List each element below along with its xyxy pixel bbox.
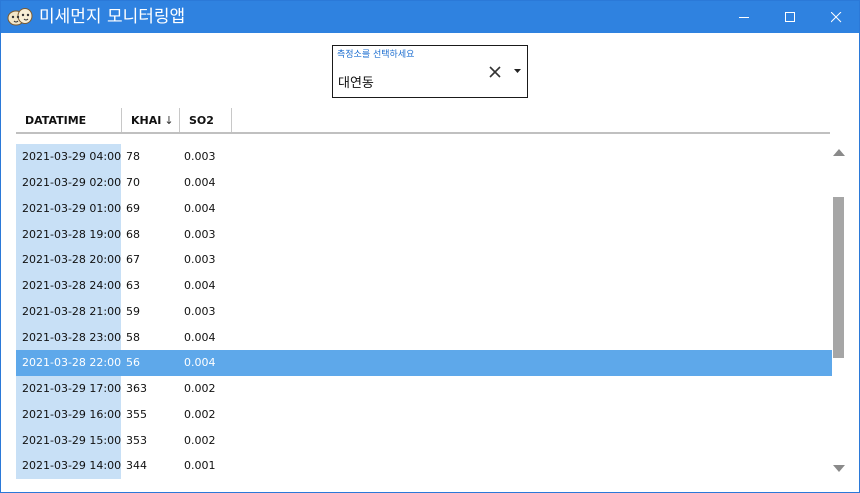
cell-khai: 58 (126, 330, 140, 344)
cell-khai: 69 (126, 201, 140, 215)
column-header-label: KHAI (131, 114, 162, 127)
cell-khai: 78 (126, 150, 140, 164)
cell-datatime: 2021-03-28 21:00 (16, 298, 121, 325)
cell-datatime: 2021-03-28 24:00 (16, 272, 121, 299)
dropdown-arrow-icon[interactable] (513, 67, 522, 75)
cell-datatime: 2021-03-28 23:00 (16, 324, 121, 350)
table-row[interactable]: 2021-03-29 02:00 70 0.004 (16, 169, 832, 196)
cell-datatime: 2021-03-29 02:00 (16, 169, 121, 196)
cell-so2: 0.003 (184, 227, 216, 241)
cell-datatime: 2021-03-29 14:00 (16, 453, 121, 479)
cell-datatime: 2021-03-29 16:00 (16, 401, 121, 428)
table-row[interactable]: 2021-03-28 24:00 63 0.004 (16, 272, 832, 299)
cell-khai: 355 (126, 407, 147, 421)
cell-so2: 0.001 (184, 459, 216, 473)
cell-khai: 59 (126, 304, 140, 318)
table-body: 2021-03-29 04:00 78 0.003 2021-03-29 02:00 7… (16, 144, 832, 479)
app-window: 미세먼지 모니터링앱 측정소를 선택하세요 대연동 DATATIME KHAI ↓… (0, 0, 860, 493)
column-header-khai[interactable]: KHAI ↓ (122, 108, 180, 132)
cell-so2: 0.003 (184, 304, 216, 318)
scrollbar-thumb[interactable] (833, 197, 844, 358)
station-combo-label: 측정소를 선택하세요 (337, 50, 415, 60)
minimize-icon (738, 16, 749, 18)
table-header: DATATIME KHAI ↓ SO2 (16, 108, 830, 134)
table-row[interactable]: 2021-03-28 20:00 67 0.003 (16, 247, 832, 273)
close-button[interactable] (813, 1, 859, 33)
cell-so2: 0.003 (184, 253, 216, 267)
sort-descending-icon: ↓ (164, 114, 174, 127)
table-row[interactable]: 2021-03-29 17:00 363 0.002 (16, 375, 832, 402)
column-header-datatime[interactable]: DATATIME (16, 108, 122, 132)
cell-so2: 0.004 (184, 176, 216, 190)
cell-khai: 56 (126, 356, 140, 370)
cell-khai: 67 (126, 253, 140, 267)
column-header-label: DATATIME (25, 114, 87, 127)
cell-khai: 363 (126, 382, 147, 396)
title-bar[interactable]: 미세먼지 모니터링앱 (1, 1, 859, 33)
maximize-icon (784, 11, 795, 22)
table-row[interactable]: 2021-03-29 14:00 344 0.001 (16, 453, 832, 479)
cell-so2: 0.002 (184, 407, 216, 421)
cell-so2: 0.003 (184, 150, 216, 164)
dust-mascot-icon (6, 5, 34, 29)
table-row[interactable]: 2021-03-29 04:00 78 0.003 (16, 144, 832, 170)
cell-khai: 353 (126, 433, 147, 447)
station-combobox[interactable]: 측정소를 선택하세요 대연동 (332, 45, 528, 98)
cell-so2: 0.004 (184, 279, 216, 293)
cell-datatime: 2021-03-29 17:00 (16, 375, 121, 402)
column-header-so2[interactable]: SO2 (180, 108, 232, 132)
cell-so2: 0.004 (184, 356, 216, 370)
table-row[interactable]: 2021-03-29 16:00 355 0.002 (16, 401, 832, 428)
cell-datatime: 2021-03-29 15:00 (16, 427, 121, 453)
cell-khai: 68 (126, 227, 140, 241)
window-title: 미세먼지 모니터링앱 (39, 7, 186, 27)
cell-datatime: 2021-03-28 22:00 (16, 350, 121, 376)
cell-datatime: 2021-03-28 20:00 (16, 247, 121, 273)
table-row[interactable]: 2021-03-28 21:00 59 0.003 (16, 298, 832, 325)
clear-icon[interactable] (487, 64, 503, 80)
close-icon (830, 11, 841, 22)
cell-khai: 63 (126, 279, 140, 293)
scroll-down-icon[interactable] (832, 463, 846, 475)
maximize-button[interactable] (767, 1, 813, 33)
cell-so2: 0.004 (184, 330, 216, 344)
column-header-label: SO2 (189, 114, 214, 127)
station-combo-value[interactable]: 대연동 (338, 72, 374, 91)
cell-so2: 0.002 (184, 382, 216, 396)
table-row[interactable]: 2021-03-29 15:00 353 0.002 (16, 427, 832, 453)
cell-datatime: 2021-03-29 04:00 (16, 144, 121, 170)
table-row[interactable]: 2021-03-29 01:00 69 0.004 (16, 195, 832, 222)
cell-so2: 0.002 (184, 433, 216, 447)
table-row[interactable]: 2021-03-28 22:00 56 0.004 (16, 350, 832, 376)
minimize-button[interactable] (721, 1, 767, 33)
table-row[interactable]: 2021-03-28 19:00 68 0.003 (16, 221, 832, 247)
scroll-up-icon[interactable] (832, 146, 846, 158)
cell-khai: 70 (126, 176, 140, 190)
cell-so2: 0.004 (184, 201, 216, 215)
table-row[interactable]: 2021-03-28 23:00 58 0.004 (16, 324, 832, 350)
cell-datatime: 2021-03-28 19:00 (16, 221, 121, 247)
cell-datatime: 2021-03-29 01:00 (16, 195, 121, 222)
cell-khai: 344 (126, 459, 147, 473)
